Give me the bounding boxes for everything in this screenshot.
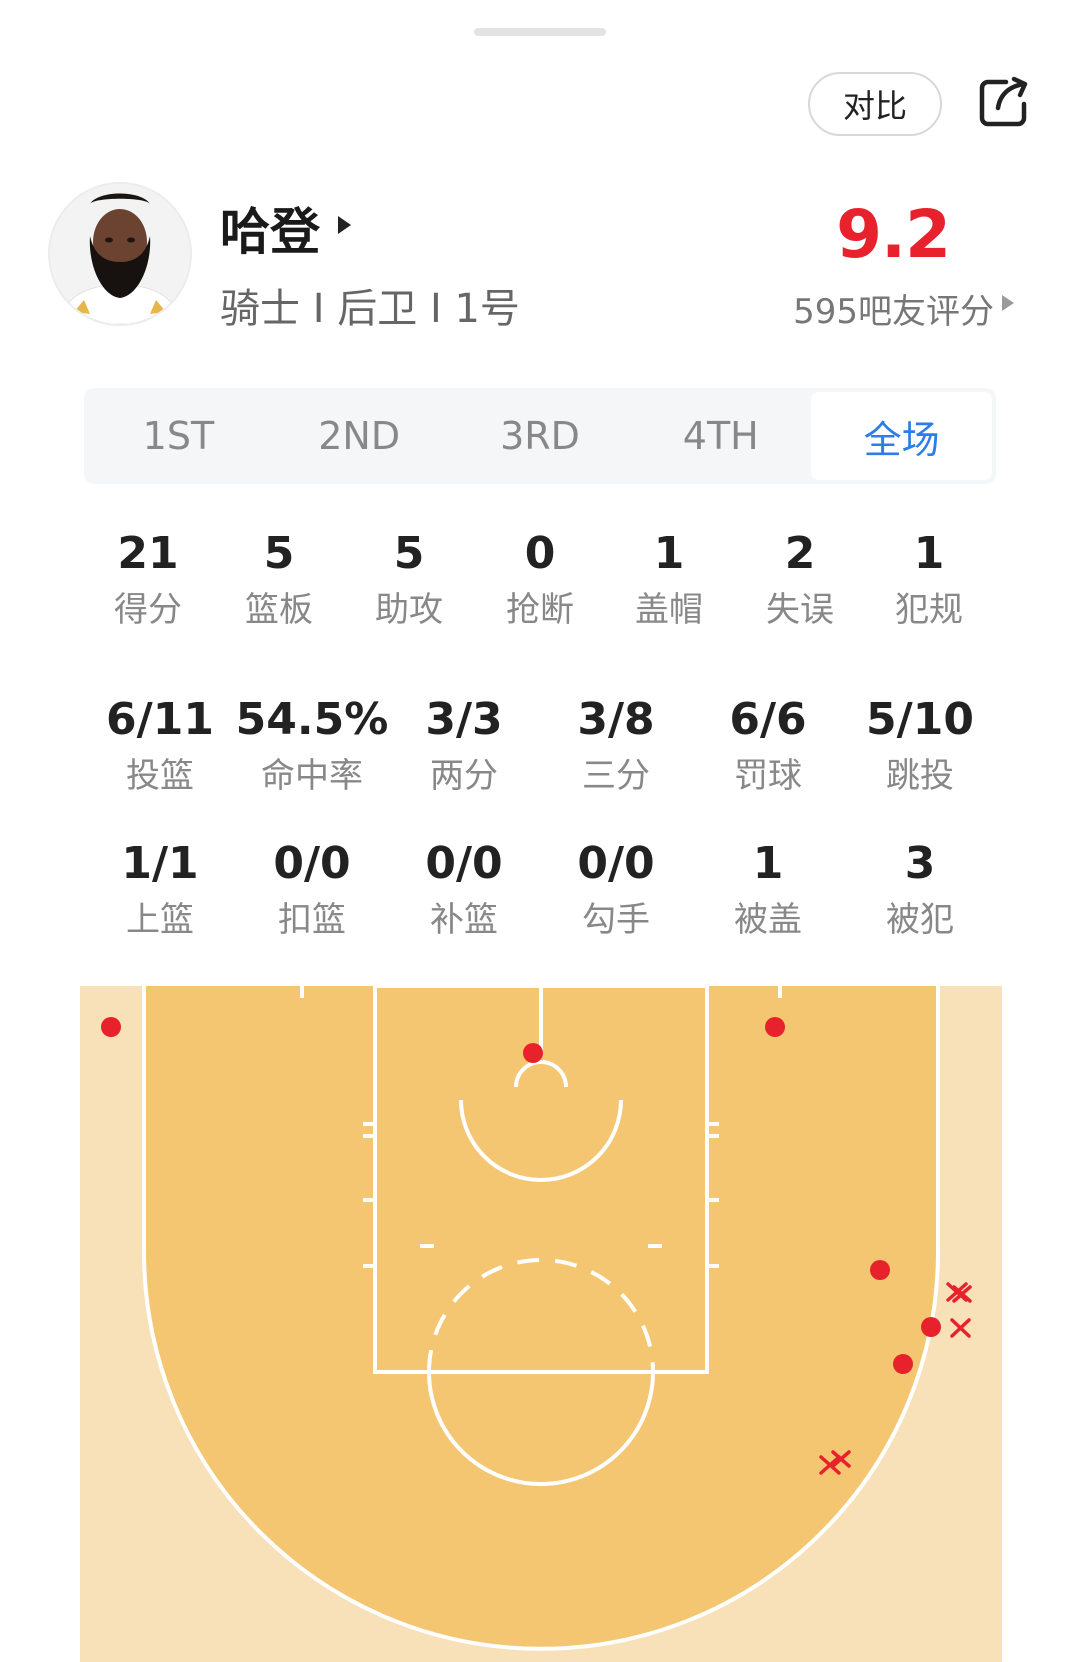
player-position: 后卫 (337, 286, 418, 332)
stat-blocks: 1 盖帽 (609, 528, 729, 634)
stat-blocked: 1 被盖 (698, 838, 838, 944)
rating-count-link[interactable]: 595吧友评分 (793, 284, 994, 333)
stat-label: 助攻 (375, 590, 443, 630)
made-shot[interactable] (523, 1043, 543, 1063)
stat-label: 三分 (582, 756, 650, 796)
player-number: 1号 (454, 286, 520, 332)
stat-label: 勾手 (582, 900, 650, 940)
tab-4th[interactable]: 4TH (630, 392, 811, 480)
share-icon[interactable] (976, 74, 1032, 130)
name-arrow-icon (338, 216, 351, 234)
stat-label: 上篮 (126, 900, 194, 940)
made-shot[interactable] (101, 1017, 121, 1037)
tab-3rd[interactable]: 3RD (450, 392, 631, 480)
stat-value: 21 (117, 528, 179, 579)
player-meta: 骑士 I 后卫 I 1号 (220, 286, 520, 332)
stat-value: 0/0 (273, 838, 351, 889)
stat-value: 0/0 (425, 838, 503, 889)
player-stats-sheet: 对比 哈登 骑士 I 后卫 I 1号 9.2 595吧友评分 1ST 2ND 3… (0, 0, 1080, 1662)
stat-value: 1 (752, 838, 784, 889)
tab-1st[interactable]: 1ST (88, 392, 269, 480)
made-shot[interactable] (765, 1017, 785, 1037)
stat-label: 罚球 (734, 756, 802, 796)
player-rating: 9.2 (836, 196, 951, 273)
stat-value: 0 (524, 528, 556, 579)
player-team: 骑士 (220, 286, 300, 332)
drag-handle[interactable] (474, 28, 606, 36)
stat-3pt: 3/8 三分 (546, 694, 686, 800)
stat-label: 投篮 (126, 756, 194, 796)
stat-label: 盖帽 (635, 590, 703, 630)
stat-ft: 6/6 罚球 (698, 694, 838, 800)
rating-arrow-icon (1002, 295, 1014, 311)
stat-value: 5 (393, 528, 425, 579)
stat-label: 篮板 (245, 590, 313, 630)
stat-steals: 0 抢断 (480, 528, 600, 634)
stat-value: 6/6 (729, 694, 807, 745)
stat-fg-pct: 54.5% 命中率 (232, 694, 392, 800)
stat-value: 1/1 (121, 838, 199, 889)
stat-hook: 0/0 勾手 (546, 838, 686, 944)
stat-fouls: 1 犯规 (869, 528, 989, 634)
tab-full-game[interactable]: 全场 (811, 392, 992, 480)
stat-label: 扣篮 (278, 900, 346, 940)
shot-chart (80, 986, 1002, 1662)
stat-value: 1 (913, 528, 945, 579)
stat-label: 补篮 (430, 900, 498, 940)
stat-tipin: 0/0 补篮 (394, 838, 534, 944)
stat-fouled: 3 被犯 (850, 838, 990, 944)
stat-value: 3/8 (577, 694, 655, 745)
stat-label: 得分 (114, 590, 182, 630)
stat-value: 3 (904, 838, 936, 889)
period-tabs: 1ST 2ND 3RD 4TH 全场 (84, 388, 996, 484)
stat-value: 54.5% (235, 694, 389, 745)
stat-label: 犯规 (895, 590, 963, 630)
made-shot[interactable] (921, 1317, 941, 1337)
tab-2nd[interactable]: 2ND (269, 392, 450, 480)
stat-label: 抢断 (506, 590, 574, 630)
stat-jumpshot: 5/10 跳投 (850, 694, 990, 800)
stat-label: 跳投 (886, 756, 954, 796)
stat-value: 3/3 (425, 694, 503, 745)
stat-label: 被犯 (886, 900, 954, 940)
compare-button[interactable]: 对比 (808, 72, 942, 136)
stat-value: 6/11 (106, 694, 214, 745)
stat-value: 5 (263, 528, 295, 579)
stat-label: 失误 (766, 590, 834, 630)
stat-assists: 5 助攻 (349, 528, 469, 634)
stat-turnovers: 2 失误 (740, 528, 860, 634)
stat-label: 两分 (430, 756, 498, 796)
stat-label: 被盖 (734, 900, 802, 940)
stat-value: 2 (784, 528, 816, 579)
stat-label: 命中率 (261, 756, 363, 796)
stat-value: 0/0 (577, 838, 655, 889)
stat-fg: 6/11 投篮 (90, 694, 230, 800)
stat-dunk: 0/0 扣篮 (242, 838, 382, 944)
stat-layup: 1/1 上篮 (90, 838, 230, 944)
player-name[interactable]: 哈登 (220, 192, 320, 264)
made-shot[interactable] (870, 1260, 890, 1280)
made-shot[interactable] (893, 1354, 913, 1374)
stat-points: 21 得分 (88, 528, 208, 634)
stat-2pt: 3/3 两分 (394, 694, 534, 800)
player-avatar[interactable] (48, 182, 192, 326)
stat-value: 1 (653, 528, 685, 579)
stat-value: 5/10 (866, 694, 974, 745)
stat-rebounds: 5 篮板 (219, 528, 339, 634)
